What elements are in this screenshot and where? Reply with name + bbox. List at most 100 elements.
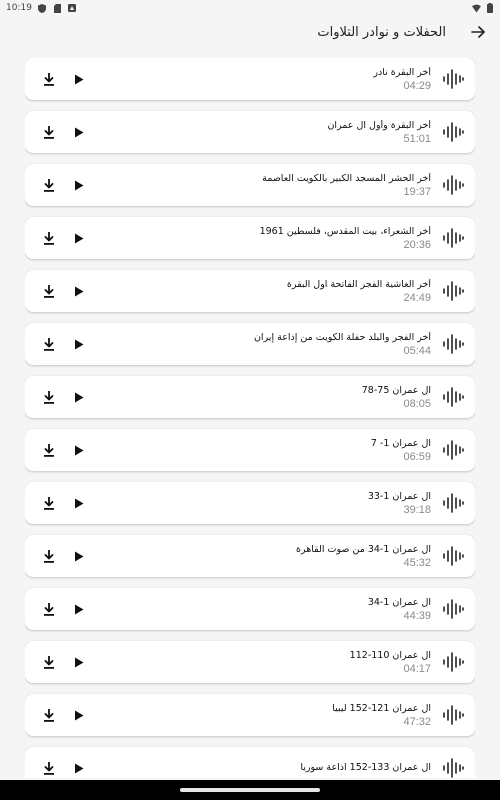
track-item[interactable]: آل عمران 1-34 من صوت القاهرة 45:32 [25,535,475,577]
track-duration: 05:44 [403,344,431,357]
track-info: أخر البقرة وأول آل عمران 51:01 [89,120,431,145]
sound-wave-icon [441,438,465,462]
track-item[interactable]: أخر الفجر والبلد حفلة الكويت من إذاعة إي… [25,323,475,365]
play-icon[interactable] [69,493,89,513]
track-title: أخر الشعراء، بيت المقدس، فلسطين 1961 [259,225,431,237]
download-icon[interactable] [39,334,59,354]
play-icon[interactable] [69,387,89,407]
track-duration: 24:49 [403,291,431,304]
track-item[interactable]: آل عمران 110-112 04:17 [25,641,475,683]
track-info: آل عمران 110-112 04:17 [89,650,431,675]
track-title: آل عمران 1- 7 [370,437,431,449]
track-actions [39,652,89,672]
track-item[interactable]: أخر الحشر المسجد الكبير بالكويت العاصمة … [25,164,475,206]
track-info: آل عمران 75-78 08:05 [89,385,431,410]
play-icon[interactable] [69,228,89,248]
track-item[interactable]: أخر الغاشية الفجر الفاتحة اول البقرة 24:… [25,270,475,312]
track-duration: 20:36 [403,238,431,251]
sound-wave-icon [441,279,465,303]
track-item[interactable]: أخر الشعراء، بيت المقدس، فلسطين 1961 20:… [25,217,475,259]
track-info: آل عمران 1-34 من صوت القاهرة 45:32 [89,544,431,569]
track-info: أخر الغاشية الفجر الفاتحة اول البقرة 24:… [89,279,431,304]
track-title: آل عمران 121-152 ليبيا [332,702,431,714]
track-item[interactable]: آل عمران 1- 7 06:59 [25,429,475,471]
shield-icon [38,3,47,13]
wifi-icon [472,3,481,13]
status-bar: 10:19 [0,0,500,16]
download-icon[interactable] [39,175,59,195]
track-actions [39,122,89,142]
download-icon[interactable] [39,387,59,407]
track-info: أخر الحشر المسجد الكبير بالكويت العاصمة … [89,173,431,198]
download-icon[interactable] [39,69,59,89]
play-icon[interactable] [69,705,89,725]
app-bar: الحفلات و نوادر التلاوات [0,16,500,48]
battery-icon [485,3,494,13]
sound-wave-icon [441,385,465,409]
sound-wave-icon [441,491,465,515]
download-icon[interactable] [39,440,59,460]
sd-card-icon [53,3,62,13]
track-actions [39,69,89,89]
track-actions [39,758,89,778]
play-icon[interactable] [69,758,89,778]
play-icon[interactable] [69,546,89,566]
track-title: آل عمران 133-152 اذاعة سوريا [300,761,431,773]
track-item[interactable]: آل عمران 133-152 اذاعة سوريا [25,747,475,778]
arrow-back-icon[interactable] [466,20,490,44]
download-icon[interactable] [39,599,59,619]
play-icon[interactable] [69,652,89,672]
play-icon[interactable] [69,175,89,195]
sound-wave-icon [441,67,465,91]
track-actions [39,440,89,460]
track-duration: 45:32 [403,556,431,569]
sound-wave-icon [441,650,465,674]
play-icon[interactable] [69,69,89,89]
download-icon[interactable] [39,122,59,142]
download-icon[interactable] [39,281,59,301]
track-title: أخر الحشر المسجد الكبير بالكويت العاصمة [262,172,431,184]
track-item[interactable]: آل عمران 121-152 ليبيا 47:32 [25,694,475,736]
track-duration: 04:17 [403,662,431,675]
sound-wave-icon [441,120,465,144]
track-duration: 08:05 [403,397,431,410]
track-list[interactable]: أخر البقرة نادر 04:29 أخر البقرة وأول آل… [25,58,475,778]
track-info: آل عمران 121-152 ليبيا 47:32 [89,703,431,728]
download-icon[interactable] [39,652,59,672]
track-info: آل عمران 1- 7 06:59 [89,438,431,463]
notification-icon [68,4,77,13]
track-actions [39,599,89,619]
play-icon[interactable] [69,122,89,142]
track-item[interactable]: أخر البقرة نادر 04:29 [25,58,475,100]
download-icon[interactable] [39,758,59,778]
play-icon[interactable] [69,440,89,460]
track-title: أخر البقرة نادر [373,66,431,78]
track-item[interactable]: أخر البقرة وأول آل عمران 51:01 [25,111,475,153]
sound-wave-icon [441,332,465,356]
track-duration: 19:37 [403,185,431,198]
track-actions [39,228,89,248]
sound-wave-icon [441,544,465,568]
track-info: آل عمران 133-152 اذاعة سوريا [89,762,431,775]
track-title: آل عمران 75-78 [361,384,431,396]
track-item[interactable]: آل عمران 1-33 39:18 [25,482,475,524]
track-title: آل عمران 1-33 [367,490,431,502]
track-title: آل عمران 1-34 [367,596,431,608]
track-item[interactable]: آل عمران 1-34 44:39 [25,588,475,630]
system-nav-bar [0,780,500,800]
play-icon[interactable] [69,281,89,301]
track-actions [39,705,89,725]
download-icon[interactable] [39,705,59,725]
track-duration: 47:32 [403,715,431,728]
play-icon[interactable] [69,334,89,354]
download-icon[interactable] [39,546,59,566]
track-title: أخر البقرة وأول آل عمران [327,119,431,131]
track-actions [39,281,89,301]
home-handle[interactable] [180,788,320,792]
track-info: أخر الفجر والبلد حفلة الكويت من إذاعة إي… [89,332,431,357]
sound-wave-icon [441,173,465,197]
download-icon[interactable] [39,493,59,513]
download-icon[interactable] [39,228,59,248]
play-icon[interactable] [69,599,89,619]
track-item[interactable]: آل عمران 75-78 08:05 [25,376,475,418]
